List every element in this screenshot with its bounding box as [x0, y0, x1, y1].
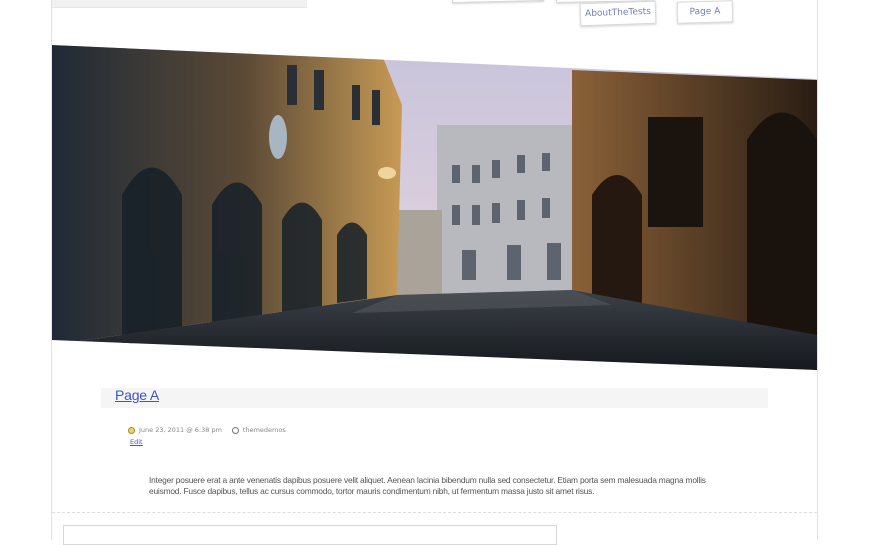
post-body-text: Integer posuere erat a ante venenatis da…: [149, 475, 706, 496]
nav-tab-about-the-tests[interactable]: AboutTheTests: [579, 0, 657, 27]
post-title-link[interactable]: Page A: [115, 387, 159, 403]
post-date: June 23, 2011 @ 6:38 pm: [139, 426, 222, 434]
edit-link[interactable]: Edit: [130, 438, 143, 446]
post-title-bar: [101, 388, 768, 408]
header-image: [52, 45, 817, 370]
post-author[interactable]: themedemos: [243, 426, 286, 434]
user-icon: [231, 426, 239, 434]
clock-icon: [128, 426, 135, 434]
divider: [52, 512, 817, 513]
comment-box[interactable]: [63, 525, 557, 545]
nav-tab-page-a[interactable]: Page A: [676, 0, 734, 24]
top-search-strip[interactable]: [52, 0, 307, 8]
street-photo-illustration: [52, 45, 817, 370]
post-meta: June 23, 2011 @ 6:38 pm themedemos: [128, 425, 286, 435]
